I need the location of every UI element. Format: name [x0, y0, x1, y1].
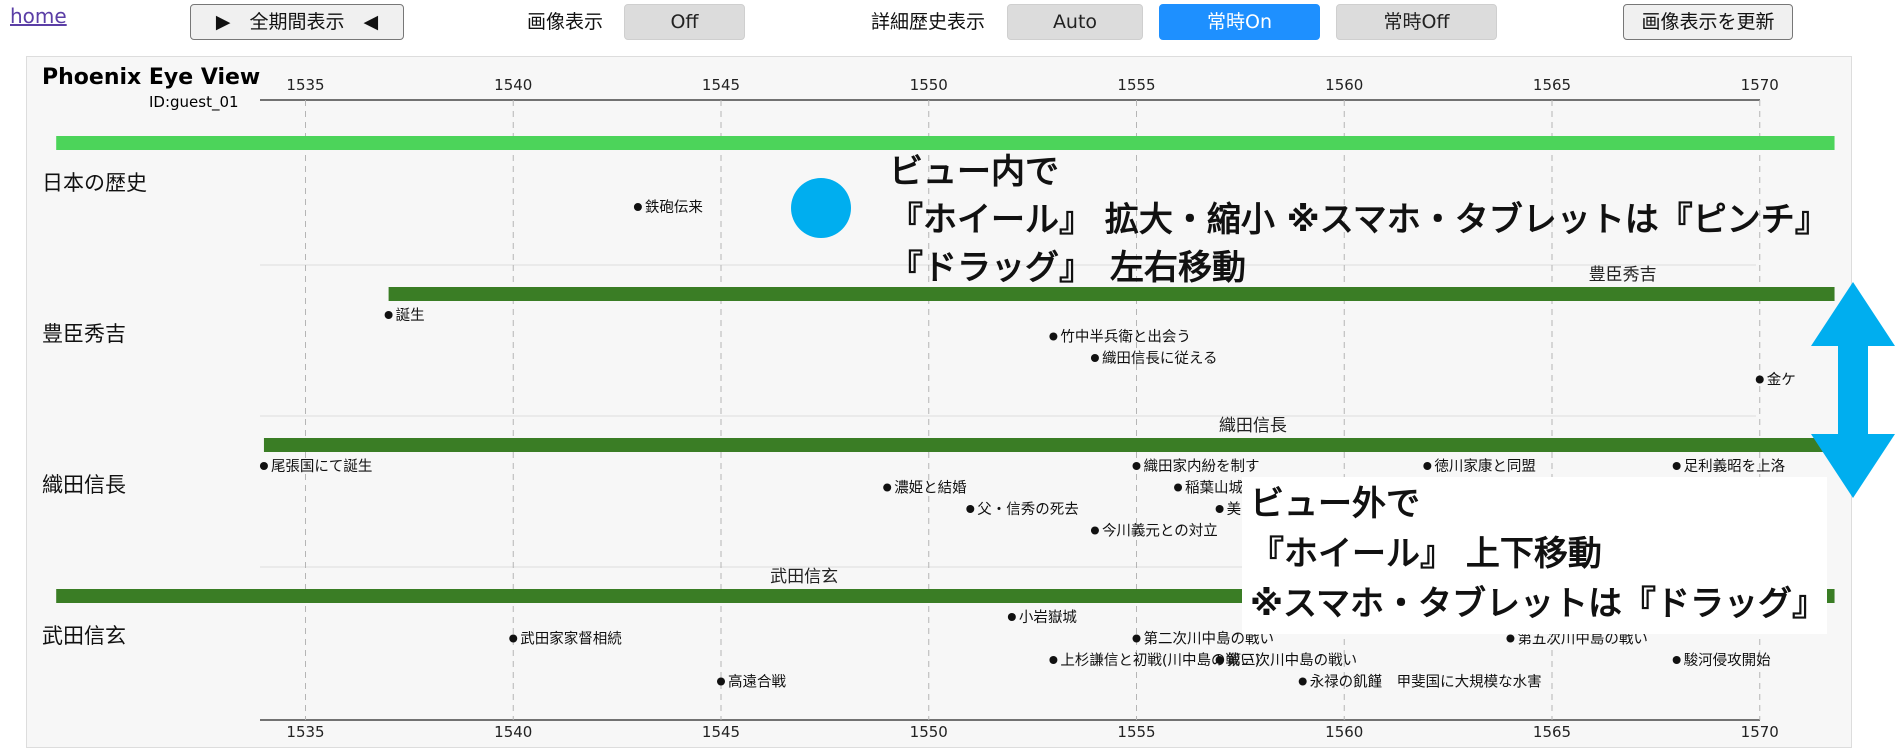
event-dot[interactable] [1298, 677, 1307, 686]
event-label[interactable]: 足利義昭を上洛 [1684, 458, 1786, 475]
event-label[interactable]: 濃姫と結婚 [894, 480, 967, 497]
event-dot[interactable] [883, 483, 892, 492]
event-dot[interactable] [717, 677, 725, 686]
event-dot[interactable] [966, 505, 975, 513]
event-dot[interactable] [1174, 483, 1183, 492]
user-id: ID:guest_01 [149, 93, 239, 112]
hint-inside-line3: 『ドラッグ』 左右移動 [889, 248, 1246, 288]
tick-label-top: 1570 [1741, 76, 1779, 94]
event-label[interactable]: 永禄の飢饉 甲斐国に大規模な水害 [1310, 674, 1542, 691]
row-label: 日本の歴史 [42, 171, 147, 195]
row-label: 織田信長 [42, 473, 126, 497]
hint-outside-line1: ビュー外で [1250, 484, 1420, 524]
event-label[interactable]: 鉄砲伝来 [645, 199, 703, 216]
tick-label-top: 1540 [494, 76, 532, 94]
event-dot[interactable] [1132, 634, 1141, 643]
tick-label-bottom: 1570 [1741, 723, 1779, 740]
row-label: 武田信玄 [42, 624, 126, 648]
event-dot[interactable] [1672, 462, 1681, 470]
event-label[interactable]: 第三次川中島の戦い [1227, 651, 1358, 669]
tick-label-bottom: 1555 [1117, 723, 1155, 740]
lifespan-bar [263, 438, 1835, 452]
event-label[interactable]: 徳川家康と同盟 [1434, 458, 1536, 475]
event-label[interactable]: 今川義元との対立 [1102, 523, 1218, 540]
event-dot[interactable] [633, 203, 642, 211]
hint-outside-line3: ※スマホ・タブレットは『ドラッグ』 [1250, 584, 1827, 624]
up-down-arrow-icon [1811, 282, 1895, 498]
tick-label-bottom: 1545 [702, 723, 740, 740]
event-dot[interactable] [1090, 354, 1099, 362]
event-label[interactable]: 小岩嶽城 [1019, 609, 1077, 626]
bar-label: 豊臣秀吉 [1589, 265, 1657, 285]
tick-label-top: 1550 [910, 76, 948, 94]
event-dot[interactable] [1049, 332, 1058, 341]
event-dot[interactable] [384, 311, 393, 319]
event-dot[interactable] [1215, 505, 1224, 513]
tick-label-top: 1565 [1533, 76, 1571, 94]
event-label[interactable]: 竹中半兵衛と出会う [1060, 329, 1191, 346]
event-label[interactable]: 織田家内紛を制す [1144, 458, 1260, 475]
event-dot[interactable] [1423, 462, 1432, 470]
event-label[interactable]: 美 [1227, 501, 1242, 518]
event-dot[interactable] [1049, 656, 1058, 664]
event-dot[interactable] [1215, 656, 1224, 664]
tick-label-bottom: 1565 [1533, 723, 1571, 740]
tick-label-top: 1555 [1117, 76, 1155, 94]
tick-label-top: 1535 [286, 76, 324, 94]
tick-label-top: 1545 [702, 76, 740, 94]
event-label[interactable]: 金ケ [1767, 372, 1796, 389]
event-label[interactable]: 誕生 [396, 307, 425, 324]
hint-outside-line2: 『ホイール』 上下移動 [1250, 534, 1602, 574]
row-label: 豊臣秀吉 [42, 322, 126, 346]
event-label[interactable]: 高遠合戦 [728, 674, 786, 691]
event-label[interactable]: 織田信長に従える [1102, 350, 1218, 367]
event-label[interactable]: 武田家家督相続 [520, 631, 622, 648]
bar-label: 織田信長 [1219, 416, 1287, 436]
event-label[interactable]: 駿河侵攻開始 [1684, 652, 1771, 669]
tick-label-bottom: 1550 [910, 723, 948, 740]
event-dot[interactable] [1090, 526, 1099, 535]
blue-dot-marker [791, 178, 851, 238]
event-dot[interactable] [1506, 634, 1515, 643]
tick-label-top: 1560 [1325, 76, 1363, 94]
event-label[interactable]: 父・信秀の死去 [977, 501, 1079, 518]
tick-label-bottom: 1535 [286, 723, 324, 740]
event-dot[interactable] [1132, 462, 1141, 470]
event-dot[interactable] [259, 462, 268, 470]
event-label[interactable]: 尾張国にて誕生 [271, 458, 373, 475]
view-title: Phoenix Eye View [42, 65, 260, 90]
hint-inside-line1: ビュー内で [889, 152, 1059, 192]
event-dot[interactable] [1007, 613, 1016, 621]
event-dot[interactable] [1755, 375, 1764, 384]
event-label[interactable]: 稲葉山城 [1185, 480, 1243, 497]
event-dot[interactable] [1672, 656, 1681, 664]
hint-inside-line2: 『ホイール』 拡大・縮小 ※スマホ・タブレットは『ピンチ』 [889, 200, 1829, 240]
tick-label-bottom: 1560 [1325, 723, 1363, 740]
tick-label-bottom: 1540 [494, 723, 532, 740]
bar-label: 武田信玄 [770, 567, 838, 587]
event-dot[interactable] [509, 634, 518, 643]
